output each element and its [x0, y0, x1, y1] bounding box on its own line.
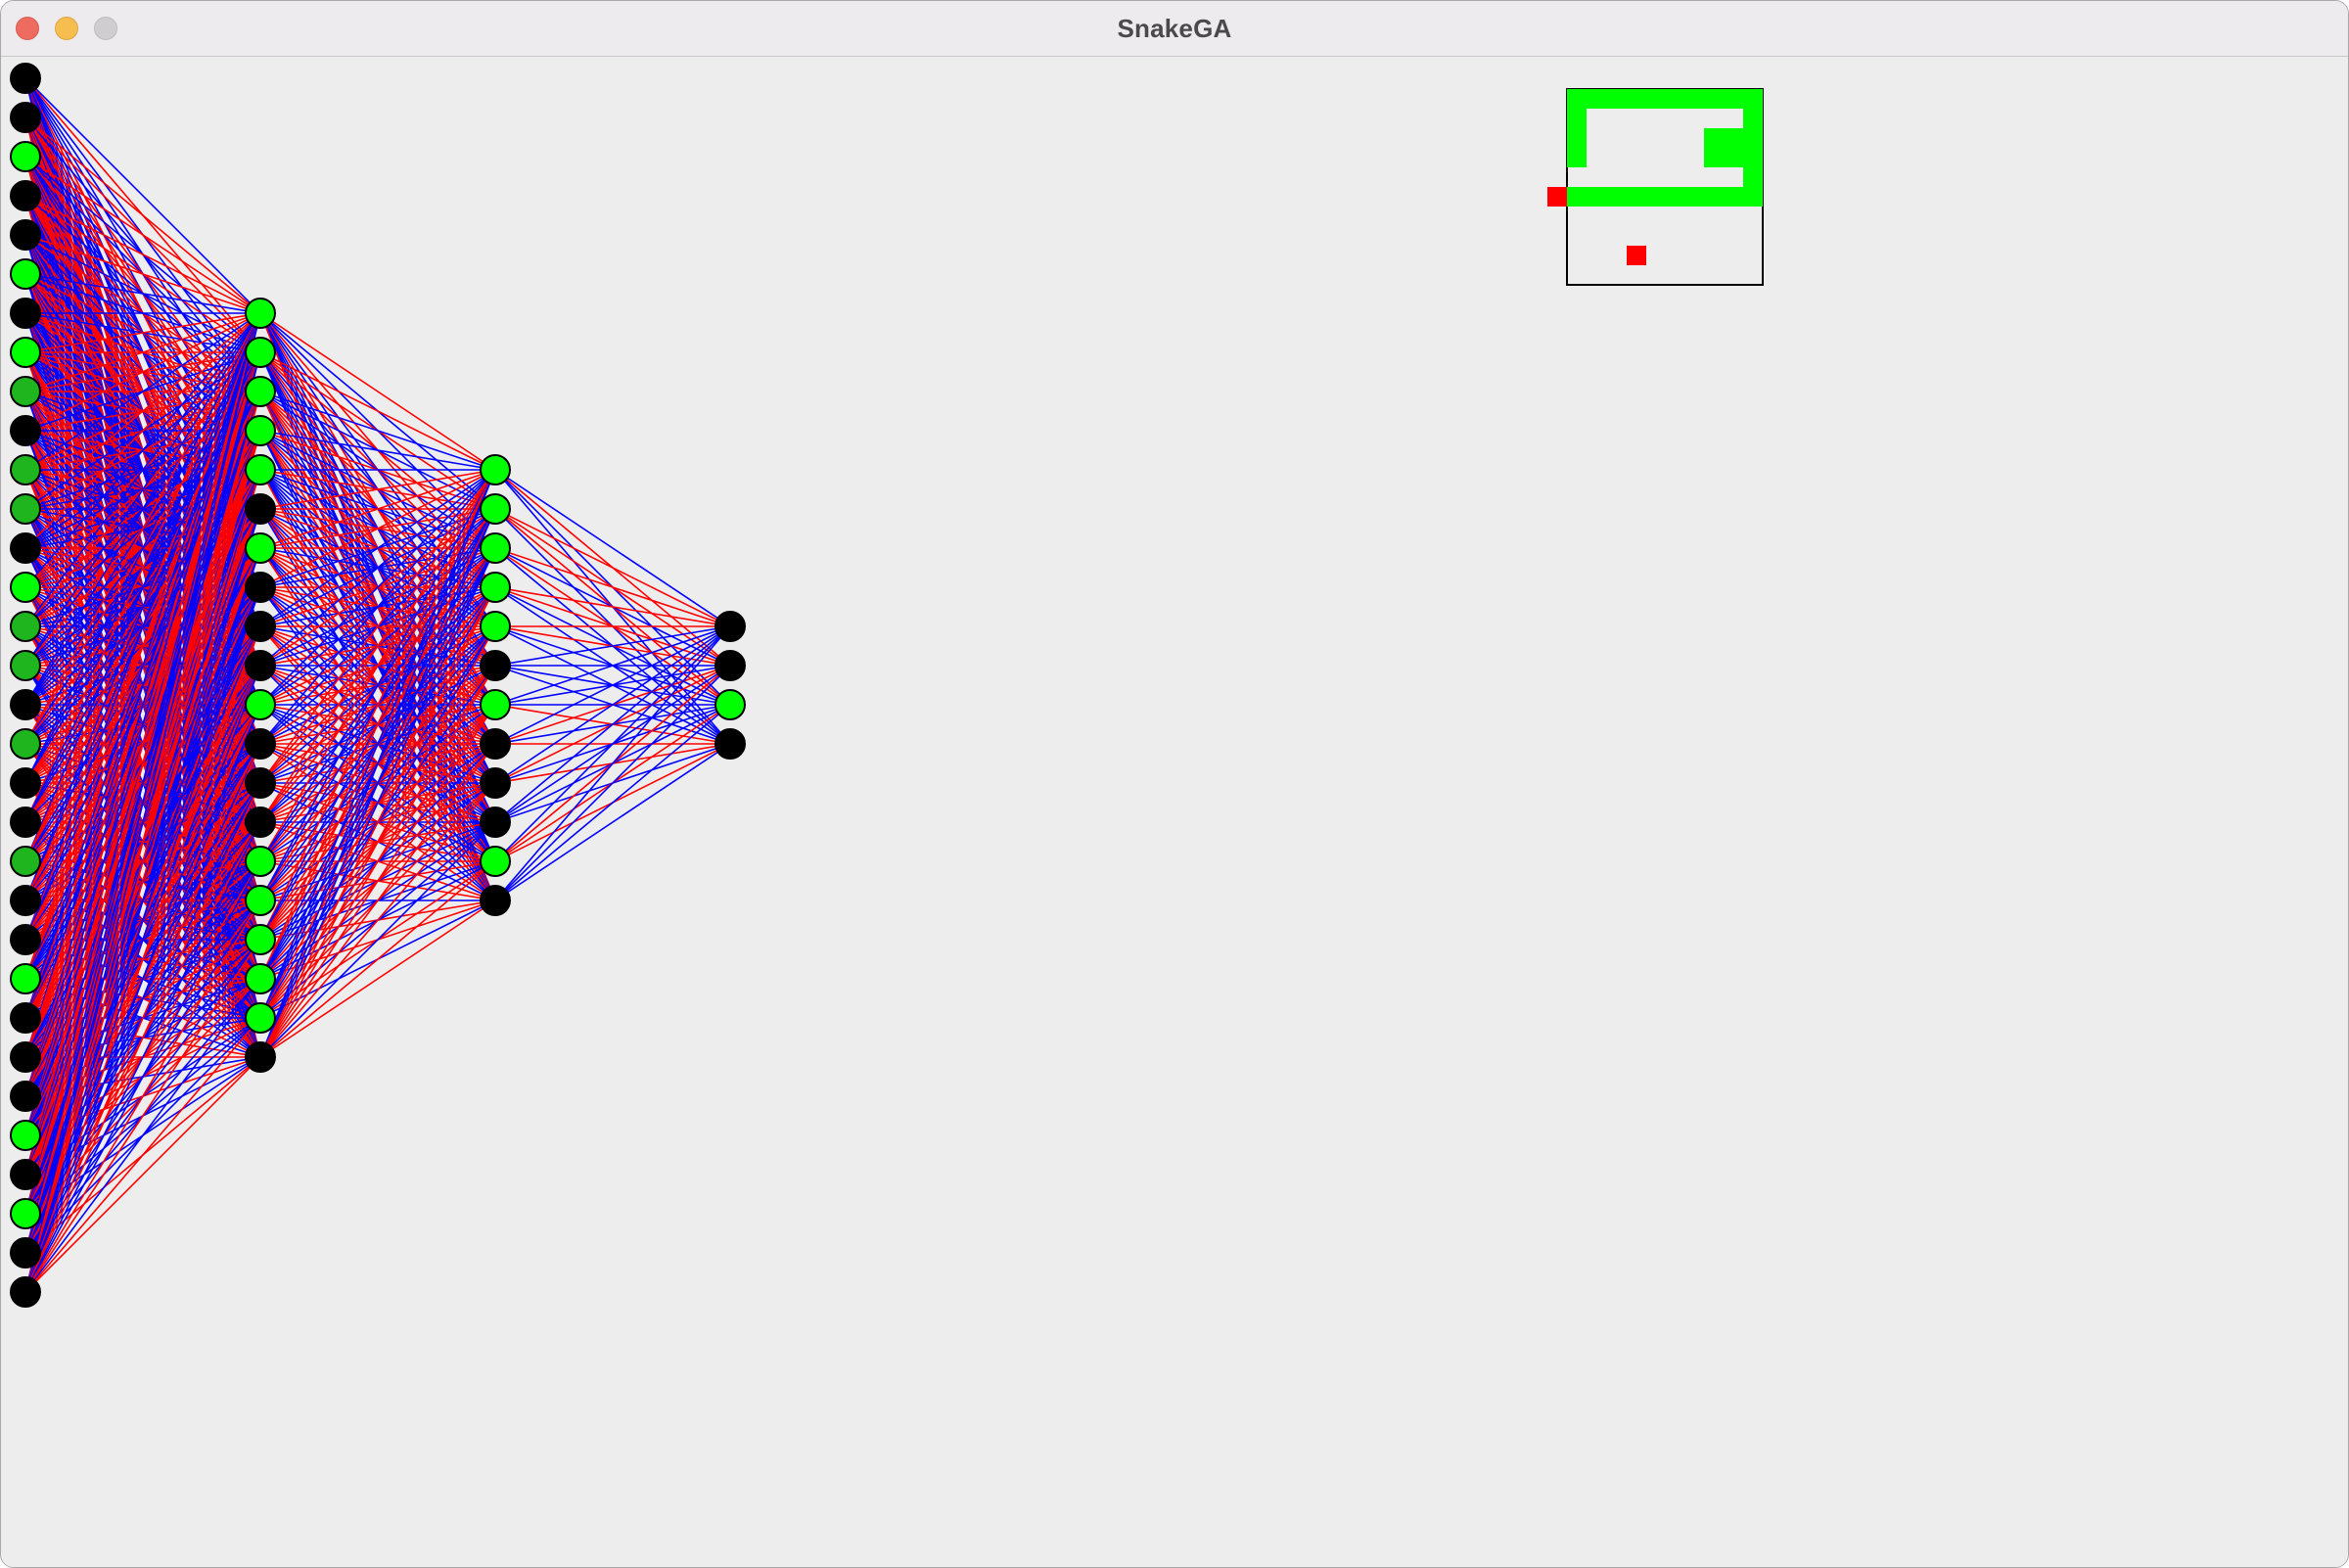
neuron-layer-1: [10, 611, 41, 642]
neuron-layer-2: [245, 846, 276, 877]
neuron-layer-2: [245, 963, 276, 994]
neuron-layer-2: [245, 924, 276, 955]
neuron-layer-3: [480, 689, 511, 720]
neuron-layer-2: [245, 376, 276, 407]
neuron-layer-1: [10, 493, 41, 525]
neuron-layer-2: [245, 767, 276, 799]
network-connection: [494, 586, 731, 627]
neuron-layer-3: [480, 846, 511, 877]
neuron-layer-1: [10, 1198, 41, 1229]
neuron-layer-1: [10, 141, 41, 172]
canvas-area: [1, 57, 2348, 1567]
network-connection: [494, 625, 731, 823]
snake-segment: [1567, 187, 1763, 207]
neuron-layer-2: [245, 728, 276, 760]
snake-segment: [1567, 89, 1587, 167]
neuron-layer-3: [480, 728, 511, 760]
network-connection: [494, 704, 731, 901]
neuron-layer-1: [10, 650, 41, 681]
neuron-layer-1: [10, 767, 41, 799]
neuron-layer-2: [245, 689, 276, 720]
network-connection: [494, 665, 731, 901]
neuron-layer-2: [245, 807, 276, 838]
neuron-layer-3: [480, 650, 511, 681]
network-connection: [494, 469, 731, 627]
neuron-layer-1: [10, 1120, 41, 1151]
neuron-layer-4: [714, 689, 746, 720]
neuron-layer-1: [10, 1041, 41, 1073]
neuron-layer-2: [245, 532, 276, 564]
snake-game-board: [1547, 88, 1764, 286]
neuron-layer-1: [10, 180, 41, 211]
neuron-layer-4: [714, 611, 746, 642]
network-connections: [24, 77, 731, 1293]
neuron-layer-3: [480, 572, 511, 603]
neuron-layer-2: [245, 1002, 276, 1034]
snake-body: [1567, 89, 1763, 207]
neuron-layer-1: [10, 337, 41, 368]
neuron-layer-1: [10, 1159, 41, 1190]
neuron-layer-2: [245, 415, 276, 446]
food-pellet: [1627, 246, 1646, 265]
snake-head-marker: [1547, 187, 1567, 207]
neuron-layer-3: [480, 454, 511, 485]
neuron-layer-2: [245, 298, 276, 329]
neuron-layer-1: [10, 924, 41, 955]
neuron-layer-1: [10, 728, 41, 760]
neuron-layer-1: [10, 689, 41, 720]
neuron-layer-1: [10, 1002, 41, 1034]
window-title: SnakeGA: [1117, 14, 1232, 43]
neuron-layer-2: [245, 885, 276, 916]
neuron-layer-2: [245, 337, 276, 368]
neuron-layer-2: [245, 611, 276, 642]
neural-network-visualization: [10, 63, 746, 1308]
neuron-layer-3: [480, 493, 511, 525]
neuron-layer-4: [714, 650, 746, 681]
neuron-layer-2: [245, 1041, 276, 1073]
neuron-layer-1: [10, 376, 41, 407]
neuron-layer-2: [245, 493, 276, 525]
snake-segment: [1704, 128, 1763, 167]
neuron-layer-3: [480, 885, 511, 916]
neuron-layer-1: [10, 846, 41, 877]
network-connection: [494, 547, 731, 627]
neuron-layer-1: [10, 298, 41, 329]
neuron-layer-1: [10, 885, 41, 916]
neuron-layer-1: [10, 1276, 41, 1308]
network-connection: [259, 312, 496, 471]
neuron-layer-1: [10, 807, 41, 838]
neuron-layer-3: [480, 532, 511, 564]
network-connection: [259, 821, 496, 1058]
neuron-layer-1: [10, 572, 41, 603]
network-connection: [494, 743, 731, 901]
network-connection: [259, 391, 496, 471]
neuron-layer-3: [480, 807, 511, 838]
neuron-layer-2: [245, 650, 276, 681]
neuron-layer-1: [10, 532, 41, 564]
neuron-layer-1: [10, 963, 41, 994]
network-connection: [494, 508, 731, 627]
neuron-layer-4: [714, 728, 746, 760]
neuron-layer-1: [10, 219, 41, 251]
neuron-layer-3: [480, 611, 511, 642]
neuron-layer-1: [10, 415, 41, 446]
neuron-layer-2: [245, 572, 276, 603]
snake-segment: [1567, 89, 1763, 109]
neuron-layer-2: [245, 454, 276, 485]
network-connection: [494, 625, 731, 901]
app-window: SnakeGA: [0, 0, 2349, 1568]
neuron-layer-1: [10, 1237, 41, 1268]
neuron-layer-1: [10, 63, 41, 94]
network-connection: [259, 899, 496, 1058]
neuron-layer-1: [10, 1081, 41, 1112]
neuron-layer-1: [10, 102, 41, 133]
neuron-layer-1: [10, 454, 41, 485]
neuron-layer-3: [480, 767, 511, 799]
neuron-layer-1: [10, 258, 41, 290]
title-bar[interactable]: SnakeGA: [1, 1, 2348, 57]
